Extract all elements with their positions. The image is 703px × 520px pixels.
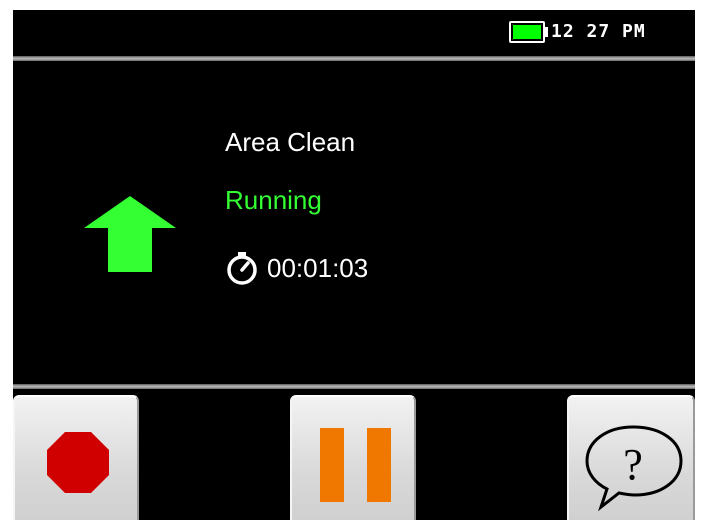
help-button[interactable]: ? (567, 395, 695, 520)
device-screen: 12 27 PM Area Clean Running 00:01:03 ? (13, 10, 695, 520)
elapsed-time: 00:01:03 (267, 253, 369, 283)
battery-tip (545, 27, 548, 37)
pause-button[interactable] (290, 395, 416, 520)
stopwatch-icon (227, 252, 257, 285)
help-glyph: ? (623, 440, 643, 489)
bottom-divider (13, 384, 695, 389)
pause-icon (320, 428, 391, 502)
stop-icon (47, 432, 109, 493)
battery-level-fill (513, 25, 541, 39)
job-status: Running (225, 185, 322, 215)
battery-icon (509, 21, 545, 43)
up-arrow-icon (84, 196, 176, 272)
job-title: Area Clean (225, 127, 356, 157)
status-bar: 12 27 PM (13, 10, 695, 56)
stop-button[interactable] (13, 395, 139, 520)
help-icon: ? (585, 425, 683, 512)
top-divider (13, 56, 695, 61)
elapsed-timer: 00:01:03 (225, 250, 368, 286)
clock: 12 27 PM (551, 21, 646, 42)
